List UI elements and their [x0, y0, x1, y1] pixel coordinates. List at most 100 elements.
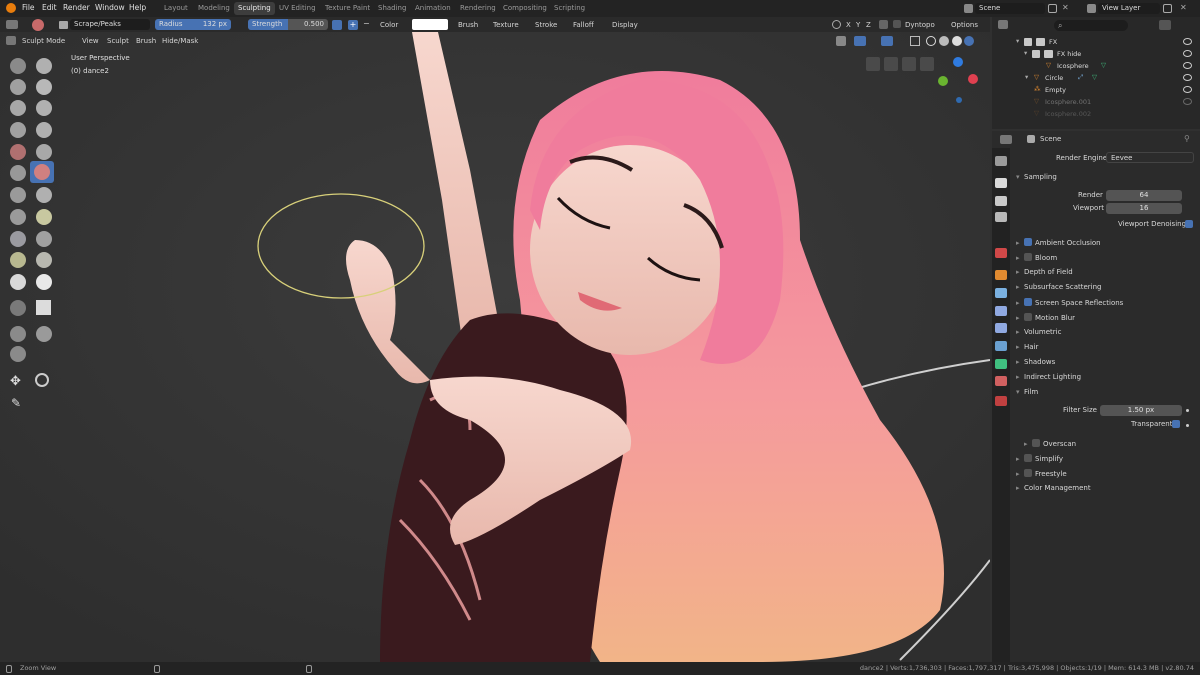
- hair-panel[interactable]: ▸ Hair: [1016, 343, 1038, 355]
- axis-neg-z-icon[interactable]: [956, 97, 962, 103]
- gizmo-toggle-icon[interactable]: [854, 36, 866, 46]
- outliner-row-circle[interactable]: ▾ ▽ Circle ⤢ ▽: [1000, 73, 1196, 84]
- modifiers-tab-icon[interactable]: [995, 288, 1007, 298]
- scrape-brush-icon[interactable]: [34, 164, 50, 180]
- motion-blur-panel[interactable]: ▸ Motion Blur: [1016, 313, 1075, 325]
- eye-icon[interactable]: [1183, 38, 1192, 45]
- object-tab-icon[interactable]: [995, 270, 1007, 280]
- delete-view-layer-icon[interactable]: ✕: [1180, 3, 1187, 12]
- outliner-row-icosphere-001[interactable]: ▽ Icosphere.001: [1000, 97, 1196, 108]
- simplify-panel[interactable]: ▸ Simplify: [1016, 454, 1063, 466]
- object-visibility-icon[interactable]: [836, 36, 846, 46]
- material-shading-icon[interactable]: [952, 36, 962, 46]
- clay-brush-icon[interactable]: [36, 58, 52, 74]
- draw-brush-icon[interactable]: [10, 58, 26, 74]
- expand-arrow-icon[interactable]: ▾: [1025, 73, 1028, 81]
- tab-scripting[interactable]: Scripting: [550, 2, 589, 15]
- eye-icon[interactable]: [1183, 62, 1192, 69]
- keyframe-dot-icon[interactable]: [1186, 424, 1189, 427]
- panel-checkbox[interactable]: [1032, 439, 1040, 447]
- sculpt-menu[interactable]: Sculpt: [107, 37, 129, 45]
- physics-tab-icon[interactable]: [995, 323, 1007, 333]
- radius-field[interactable]: Radius 132 px: [155, 19, 231, 30]
- subsurface-scattering-panel[interactable]: ▸ Subsurface Scattering: [1016, 283, 1102, 295]
- symmetry-z[interactable]: Z: [866, 21, 871, 29]
- eye-icon[interactable]: [1183, 86, 1192, 93]
- menu-file[interactable]: File: [22, 3, 35, 12]
- flatten-brush-icon[interactable]: [10, 144, 26, 160]
- axis-z-icon[interactable]: [953, 57, 963, 67]
- transparent-checkbox[interactable]: [1172, 420, 1180, 428]
- hide-mask-menu[interactable]: Hide/Mask: [162, 37, 198, 45]
- menu-render[interactable]: Render: [63, 3, 90, 12]
- expand-arrow-icon[interactable]: ▾: [1016, 37, 1019, 45]
- new-view-layer-icon[interactable]: [1163, 4, 1172, 13]
- menu-edit[interactable]: Edit: [42, 3, 57, 12]
- tab-animation[interactable]: Animation: [411, 2, 455, 15]
- overscan-subpanel[interactable]: ▸ Overscan: [1024, 439, 1076, 451]
- editor-type-icon[interactable]: [6, 20, 18, 29]
- outliner-search-input[interactable]: [1054, 20, 1128, 31]
- camera-view-icon[interactable]: [866, 57, 880, 71]
- panel-checkbox[interactable]: [1024, 298, 1032, 306]
- brush-menu[interactable]: Brush: [458, 21, 478, 29]
- viewport-samples-field[interactable]: 16: [1106, 203, 1182, 214]
- particles-tab-icon[interactable]: [995, 306, 1007, 316]
- filter-icon[interactable]: [1159, 20, 1171, 30]
- thumb-brush-icon[interactable]: [10, 209, 26, 225]
- output-tab-icon[interactable]: [995, 196, 1007, 206]
- tab-sculpting[interactable]: Sculpting: [234, 2, 275, 15]
- grab-brush-icon[interactable]: [10, 187, 26, 203]
- blob-brush-icon[interactable]: [36, 100, 52, 116]
- shadows-panel[interactable]: ▸ Shadows: [1016, 358, 1055, 370]
- eye-icon[interactable]: [1183, 50, 1192, 57]
- outliner-editor-icon[interactable]: [998, 20, 1008, 29]
- pan-hand-icon[interactable]: [902, 57, 916, 71]
- bloom-panel[interactable]: ▸ Bloom: [1016, 253, 1057, 265]
- expand-arrow-icon[interactable]: ▾: [1024, 49, 1027, 57]
- ambient-occlusion-panel[interactable]: ▸ Ambient Occlusion: [1016, 238, 1101, 250]
- display-menu[interactable]: Display: [612, 21, 638, 29]
- falloff-menu[interactable]: Falloff: [573, 21, 594, 29]
- clay-strips-brush-icon[interactable]: [10, 79, 26, 95]
- mode-selector[interactable]: Sculpt Mode: [22, 37, 65, 45]
- render-samples-field[interactable]: 64: [1106, 190, 1182, 201]
- brush-menu-2[interactable]: Brush: [136, 37, 156, 45]
- material-tab-icon[interactable]: [995, 376, 1007, 386]
- tab-compositing[interactable]: Compositing: [499, 2, 551, 15]
- simplify-brush-icon[interactable]: [10, 252, 26, 268]
- data-tab-icon[interactable]: [995, 359, 1007, 369]
- film-panel[interactable]: ▾ Film: [1016, 388, 1038, 400]
- color-filter-icon[interactable]: [10, 346, 26, 362]
- symmetry-x[interactable]: X: [846, 21, 851, 29]
- color-swatch[interactable]: [412, 19, 448, 30]
- options-menu[interactable]: Options: [951, 21, 978, 29]
- pose-brush-icon[interactable]: [36, 252, 52, 268]
- checkbox-icon[interactable]: [1032, 50, 1040, 58]
- smooth-brush-icon[interactable]: [36, 122, 52, 138]
- nudge-brush-icon[interactable]: [36, 209, 52, 225]
- indirect-lighting-panel[interactable]: ▸ Indirect Lighting: [1016, 373, 1081, 385]
- box-face-set-icon[interactable]: [36, 300, 51, 315]
- texture-tab-icon[interactable]: [995, 396, 1007, 406]
- keyframe-dot-icon[interactable]: [1186, 409, 1189, 412]
- outliner-row-icosphere-002[interactable]: ▽ Icosphere.002: [1000, 109, 1196, 120]
- rotate-brush-icon[interactable]: [10, 231, 26, 247]
- outliner-row-icosphere[interactable]: ▽ Icosphere ▽: [1000, 61, 1196, 72]
- subtract-direction-icon[interactable]: −: [363, 19, 370, 28]
- crease-brush-icon[interactable]: [10, 122, 26, 138]
- volumetric-panel[interactable]: ▸ Volumetric: [1016, 328, 1061, 340]
- mask-brush-icon[interactable]: [36, 231, 52, 247]
- eye-icon[interactable]: [1183, 98, 1192, 105]
- menu-help[interactable]: Help: [129, 3, 146, 12]
- menu-window[interactable]: Window: [95, 3, 125, 12]
- 3d-viewport[interactable]: User Perspective (0) dance2 Sculpt Mode …: [0, 32, 990, 662]
- outliner-row-fx[interactable]: ▾ FX: [1000, 37, 1196, 48]
- move-transform-icon[interactable]: ✥: [10, 374, 21, 389]
- perspective-toggle-icon[interactable]: [884, 57, 898, 71]
- tab-shading[interactable]: Shading: [374, 2, 410, 15]
- box-hide-icon[interactable]: [10, 300, 26, 316]
- viewport-denoising-checkbox[interactable]: [1185, 220, 1193, 228]
- view-menu[interactable]: View: [82, 37, 99, 45]
- texture-menu[interactable]: Texture: [493, 21, 519, 29]
